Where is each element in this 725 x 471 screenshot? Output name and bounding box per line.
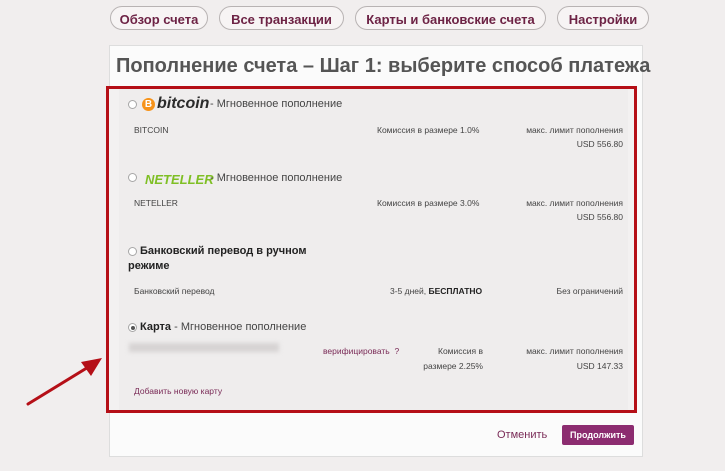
neteller-suffix: - Мгновенное пополнение: [210, 172, 343, 184]
bank-transfer-title-line1: Банковский перевод в ручном: [140, 245, 307, 257]
method-neteller[interactable]: NETELLER - Мгновенное пополнение NETELLE…: [119, 161, 628, 236]
tab-settings[interactable]: Настройки: [557, 6, 649, 30]
bank-transfer-limit: Без ограничений: [556, 286, 623, 296]
bitcoin-icon: B: [142, 98, 155, 111]
neteller-limit-label: макс. лимит пополнения: [526, 198, 623, 208]
bitcoin-radio[interactable]: [128, 100, 137, 109]
bitcoin-limit-label: макс. лимит пополнения: [526, 125, 623, 135]
bitcoin-logo-text: bitcoin: [157, 95, 210, 112]
verify-help-icon[interactable]: ?: [394, 346, 399, 356]
card-fee-line1: Комиссия в: [438, 346, 483, 356]
top-nav-tabs: Обзор счета Все транзакции Карты и банко…: [0, 6, 725, 34]
bank-transfer-fee: 3-5 дней, БЕСПЛАТНО: [390, 286, 482, 296]
continue-button[interactable]: Продолжить: [562, 425, 634, 445]
bank-transfer-title-line2: режиме: [128, 260, 170, 272]
card-suffix: - Мгновенное пополнение: [171, 321, 307, 333]
neteller-limit-value: USD 556.80: [576, 212, 623, 222]
tab-all-transactions[interactable]: Все транзакции: [219, 6, 344, 30]
bank-transfer-fee-free: БЕСПЛАТНО: [428, 286, 483, 296]
method-card[interactable]: Карта - Мгновенное пополнение верифициро…: [119, 309, 628, 410]
method-bank-transfer[interactable]: Банковский перевод в ручном режиме Банко…: [119, 235, 628, 310]
card-fee-line2: размере 2.25%: [423, 361, 483, 371]
page-title: Пополнение счета – Шаг 1: выберите спосо…: [116, 55, 651, 77]
method-bitcoin[interactable]: Bbitcoin - Мгновенное пополнение BITCOIN…: [119, 89, 628, 162]
neteller-radio[interactable]: [128, 173, 137, 182]
verify-link-text[interactable]: верифицировать: [323, 346, 390, 356]
neteller-fee: Комиссия в размере 3.0%: [377, 198, 480, 208]
bank-transfer-fee-days: 3-5 дней,: [390, 286, 429, 296]
cancel-button[interactable]: Отменить: [497, 429, 547, 441]
bank-transfer-radio[interactable]: [128, 247, 137, 256]
card-limit-value: USD 147.33: [576, 361, 623, 371]
bitcoin-logo: Bbitcoin: [142, 95, 209, 113]
tab-account-overview[interactable]: Обзор счета: [110, 6, 208, 30]
neteller-code: NETELLER: [134, 198, 178, 208]
card-radio[interactable]: [128, 323, 137, 332]
payment-methods-box: Bbitcoin - Мгновенное пополнение BITCOIN…: [106, 86, 637, 413]
annotation-arrow-icon: [26, 358, 102, 406]
neteller-logo: NETELLER: [145, 172, 214, 187]
verify-card-link[interactable]: верифицировать ?: [323, 346, 399, 356]
bitcoin-code: BITCOIN: [134, 125, 169, 135]
bitcoin-limit-value: USD 556.80: [576, 139, 623, 149]
bitcoin-suffix: - Мгновенное пополнение: [210, 98, 343, 110]
card-title-row: Карта - Мгновенное пополнение: [140, 321, 306, 333]
card-title: Карта: [140, 321, 172, 333]
tab-cards-bank-accounts[interactable]: Карты и банковские счета: [355, 6, 546, 30]
card-limit-label: макс. лимит пополнения: [526, 346, 623, 356]
add-new-card-link[interactable]: Добавить новую карту: [134, 386, 222, 396]
masked-card-number: [129, 343, 279, 352]
bitcoin-fee: Комиссия в размере 1.0%: [377, 125, 480, 135]
bank-transfer-code: Банковский перевод: [134, 286, 215, 296]
